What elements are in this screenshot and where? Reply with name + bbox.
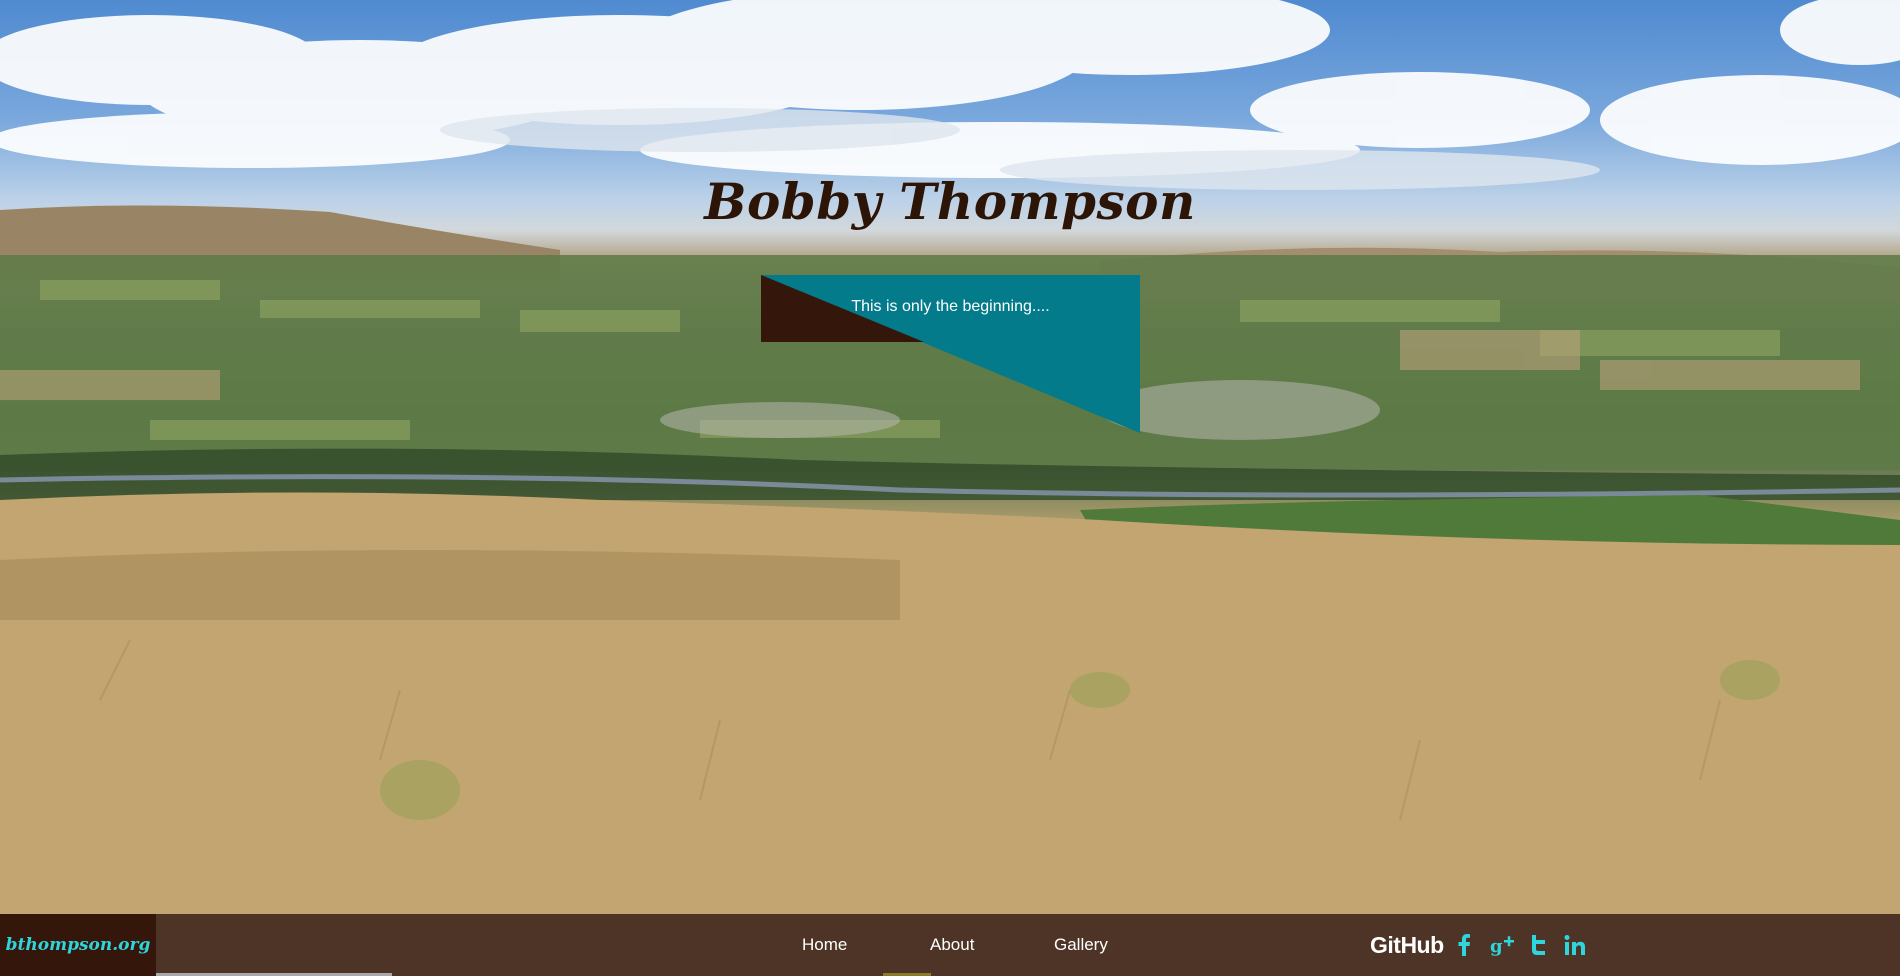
- nav-gallery-link[interactable]: Gallery: [1054, 914, 1108, 976]
- twitter-icon[interactable]: [1528, 914, 1548, 976]
- tagline-banner: This is only the beginning....: [761, 275, 1140, 433]
- page: Bobby Thompson This is only the beginnin…: [0, 0, 1900, 976]
- tagline-text: This is only the beginning....: [851, 298, 1050, 315]
- nav-home-link[interactable]: Home: [802, 914, 847, 976]
- brand-text: bthompson.org: [5, 935, 151, 955]
- footer-nav-bar: bthompson.org Home About Gallery GitHub …: [0, 914, 1900, 976]
- svg-text:g: g: [1490, 936, 1503, 956]
- github-link[interactable]: GitHub: [1370, 914, 1444, 976]
- linkedin-icon[interactable]: [1564, 914, 1586, 976]
- brand-logo[interactable]: bthompson.org: [0, 914, 156, 976]
- nav-about-link[interactable]: About: [930, 914, 974, 976]
- hero-background-image: [0, 0, 1900, 914]
- facebook-icon[interactable]: [1456, 914, 1472, 976]
- google-plus-icon[interactable]: g: [1490, 914, 1516, 976]
- page-title: Bobby Thompson: [704, 172, 1196, 231]
